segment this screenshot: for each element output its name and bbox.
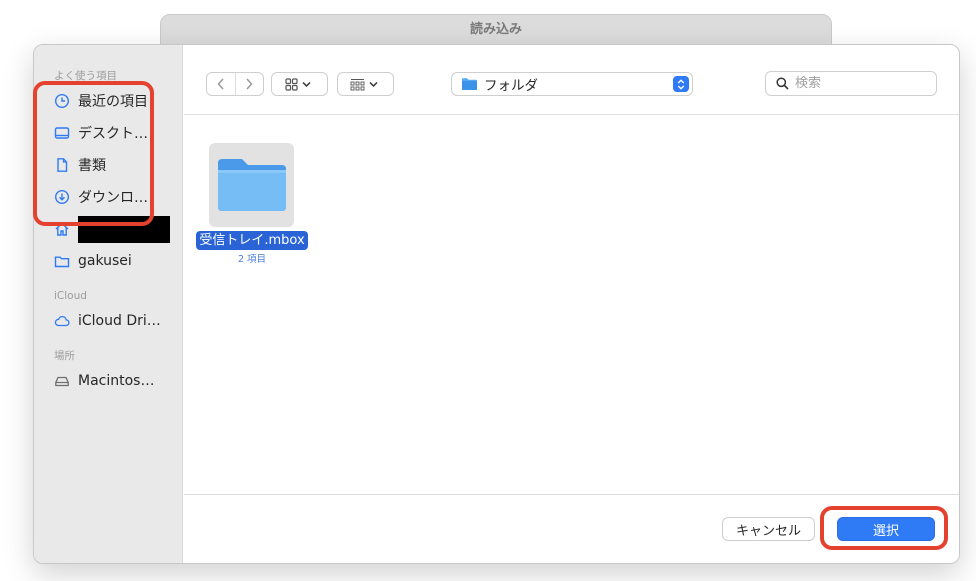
location-popup-label: フォルダ	[484, 78, 538, 94]
annotation-highlight-choose-button	[820, 506, 948, 550]
sidebar-section-locations: 場所	[54, 350, 75, 362]
sidebar-item-macintosh-hd[interactable]: Macintos…	[34, 365, 182, 397]
file-item[interactable]: 受信トレイ.mbox 2 項目	[184, 116, 324, 276]
sidebar-item-label: iCloud Dri…	[78, 313, 161, 329]
cloud-icon	[54, 313, 70, 329]
search-input[interactable]	[795, 76, 925, 91]
file-browser: 受信トレイ.mbox 2 項目	[184, 116, 959, 494]
file-name: 受信トレイ.mbox	[196, 231, 308, 250]
chevron-right-icon	[246, 78, 253, 90]
disk-icon	[54, 373, 70, 389]
annotation-highlight-file	[33, 81, 154, 226]
sidebar-item-icloud-drive[interactable]: iCloud Dri…	[34, 305, 182, 337]
folder-icon	[217, 159, 286, 211]
open-dialog: よく使う項目 最近の項目 デスクト… 書類 ダウンロ… gakusei iClo…	[33, 44, 960, 564]
toolbar: フォルダ	[184, 45, 959, 115]
chevron-left-icon	[217, 78, 224, 90]
folder-thumbnail	[209, 143, 294, 227]
sidebar-item-label: gakusei	[78, 253, 132, 269]
folder-icon	[54, 253, 70, 269]
nav-buttons	[206, 72, 264, 96]
location-popup[interactable]: フォルダ	[451, 72, 693, 96]
parent-window-title: 読み込み	[160, 14, 832, 48]
popup-arrows-icon	[673, 76, 689, 92]
cancel-button[interactable]: キャンセル	[722, 517, 815, 541]
search-icon	[776, 77, 789, 90]
folder-icon	[462, 78, 477, 90]
group-button[interactable]	[337, 72, 394, 96]
sidebar-item-label: Macintos…	[78, 373, 155, 389]
group-grid-icon	[350, 78, 364, 90]
view-mode-button[interactable]	[271, 72, 328, 96]
back-button[interactable]	[207, 73, 235, 95]
sidebar-item-gakusei[interactable]: gakusei	[34, 245, 182, 277]
grid-icon	[284, 77, 298, 91]
sidebar-section-icloud: iCloud	[54, 290, 87, 302]
search-field[interactable]	[765, 71, 937, 96]
file-item-count: 2 項目	[237, 254, 267, 265]
forward-button[interactable]	[234, 73, 264, 95]
chevron-down-icon	[301, 81, 311, 87]
chevron-down-icon	[368, 81, 378, 87]
